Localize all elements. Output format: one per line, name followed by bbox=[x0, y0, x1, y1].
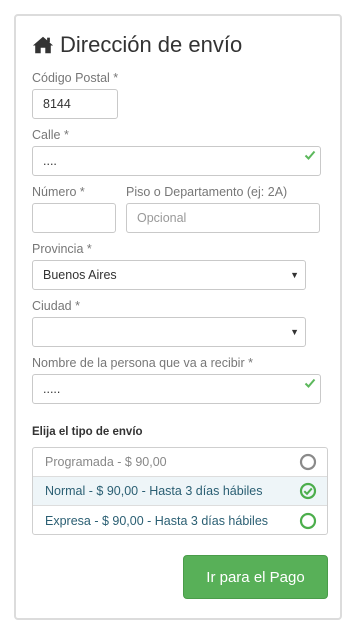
radio-checked-icon bbox=[299, 482, 317, 500]
shipping-option-expresa[interactable]: Expresa - $ 90,00 - Hasta 3 días hábiles bbox=[33, 506, 327, 534]
province-label: Provincia * bbox=[32, 242, 92, 256]
shipping-option-label: Normal - $ 90,00 - Hasta 3 días hábiles bbox=[45, 484, 263, 498]
number-input[interactable] bbox=[32, 203, 116, 233]
check-icon bbox=[304, 150, 316, 160]
shipping-options: Programada - $ 90,00 Normal - $ 90,00 - … bbox=[32, 447, 328, 535]
street-input[interactable]: .... bbox=[32, 146, 321, 176]
recipient-input[interactable]: ..... bbox=[32, 374, 321, 404]
floor-label: Piso o Departamento (ej: 2A) bbox=[126, 185, 288, 199]
recipient-value: ..... bbox=[43, 382, 61, 396]
radio-icon bbox=[299, 512, 317, 529]
go-to-payment-button[interactable]: Ir para el Pago bbox=[183, 555, 328, 599]
page-title-text: Dirección de envío bbox=[60, 32, 243, 57]
caret-down-icon: ▼ bbox=[290, 270, 299, 280]
shipping-address-card: Dirección de envío Código Postal * Calle… bbox=[14, 14, 342, 620]
shipping-option-label: Programada - $ 90,00 bbox=[45, 455, 167, 469]
city-label: Ciudad * bbox=[32, 299, 80, 313]
home-icon bbox=[32, 36, 54, 54]
city-select[interactable]: ▼ bbox=[32, 317, 306, 347]
number-label: Número * bbox=[32, 185, 85, 199]
province-selected: Buenos Aires bbox=[43, 268, 117, 282]
province-select[interactable]: Buenos Aires ▼ bbox=[32, 260, 306, 290]
page-title: Dirección de envío bbox=[32, 32, 242, 58]
shipping-option-programada[interactable]: Programada - $ 90,00 bbox=[33, 448, 327, 477]
shipping-option-normal[interactable]: Normal - $ 90,00 - Hasta 3 días hábiles bbox=[33, 477, 327, 506]
recipient-label: Nombre de la persona que va a recibir * bbox=[32, 356, 253, 370]
street-label: Calle * bbox=[32, 128, 69, 142]
shipping-type-title: Elija el tipo de envío bbox=[32, 426, 143, 438]
shipping-option-label: Expresa - $ 90,00 - Hasta 3 días hábiles bbox=[45, 513, 269, 528]
postal-code-label: Código Postal * bbox=[32, 71, 119, 85]
check-icon bbox=[304, 378, 316, 388]
caret-down-icon: ▼ bbox=[290, 327, 299, 337]
postal-code-input[interactable] bbox=[32, 89, 118, 119]
radio-icon bbox=[299, 453, 317, 471]
street-value: .... bbox=[43, 154, 57, 168]
floor-input[interactable] bbox=[126, 203, 320, 233]
